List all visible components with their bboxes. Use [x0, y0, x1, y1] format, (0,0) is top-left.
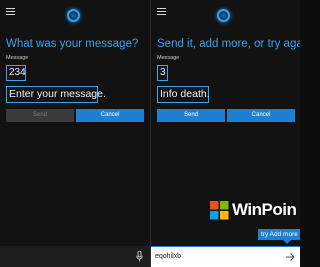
recipient-number-field[interactable]: 234 — [6, 65, 26, 81]
message-label: Message — [6, 55, 29, 61]
send-button[interactable]: Send — [6, 109, 74, 122]
suggestion-tooltip[interactable]: try Add more — [258, 229, 300, 240]
winpoin-watermark: WinPoin — [210, 199, 297, 221]
message-label: Message — [157, 55, 180, 61]
send-arrow-icon[interactable] — [285, 252, 295, 262]
bottom-bar — [0, 246, 150, 267]
page-title: What was your message? — [6, 38, 139, 50]
microphone-icon[interactable] — [136, 251, 143, 262]
suggestion-tooltip-tail — [283, 240, 291, 244]
winpoin-logo-icon — [210, 200, 229, 219]
recipient-number-field[interactable]: 3 — [157, 65, 168, 81]
winpoin-watermark-text: WinPoin — [232, 200, 297, 219]
cancel-button[interactable]: Cancel — [76, 109, 144, 122]
cortana-panel-right: Send it, add more, or try again? Message… — [150, 0, 300, 267]
screenshot-stage: What was your message? Message 234 Enter… — [0, 0, 300, 267]
hamburger-menu-icon[interactable] — [6, 8, 15, 15]
cortana-icon — [67, 9, 80, 22]
send-button[interactable]: Send — [157, 109, 225, 122]
hamburger-menu-icon[interactable] — [157, 8, 166, 15]
cancel-button[interactable]: Cancel — [227, 109, 295, 122]
message-field[interactable]: Enter your message. — [6, 86, 106, 103]
ask-input-text[interactable]: eqohilxb — [155, 250, 181, 264]
message-field[interactable]: Info death. — [157, 86, 210, 103]
page-title: Send it, add more, or try again? — [157, 38, 300, 50]
cortana-panel-left: What was your message? Message 234 Enter… — [0, 0, 150, 267]
cortana-icon — [217, 9, 230, 22]
ask-input-bar[interactable]: eqohilxb — [151, 246, 300, 267]
